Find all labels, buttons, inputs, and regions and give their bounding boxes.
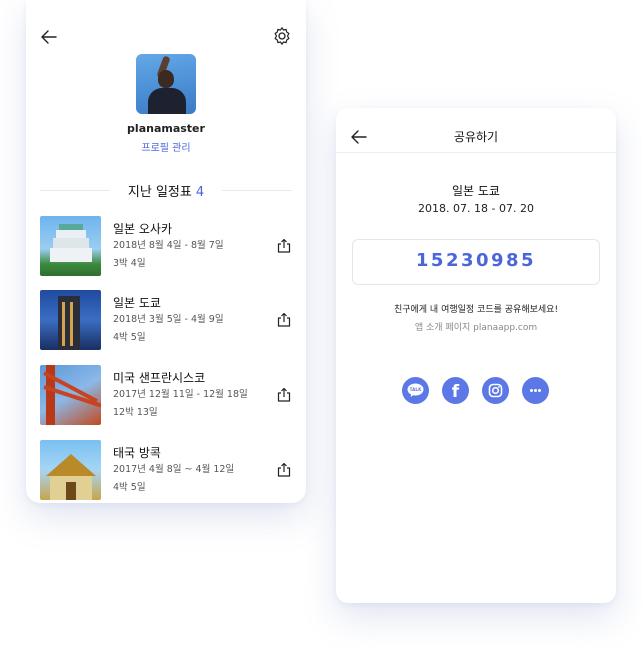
share-icon[interactable]: [276, 312, 292, 328]
trip-dates: 2018년 3월 5일 - 4월 9일: [113, 314, 224, 325]
svg-text:TALK: TALK: [410, 387, 422, 392]
share-icon[interactable]: [276, 462, 292, 478]
profile-manage-link[interactable]: 프로필 관리: [26, 139, 306, 154]
share-screen: 공유하기 일본 도쿄 2018. 07. 18 - 07. 20 1523098…: [336, 108, 616, 603]
share-code: 15230985: [415, 250, 537, 271]
more-icon: [530, 389, 541, 392]
trip-item-osaka[interactable]: 일본 오사카 2018년 8월 4일 - 8월 7일 3박 4일: [40, 216, 296, 278]
trip-name: 미국 샌프란시스코: [113, 371, 206, 385]
trip-dates: 2017년 12월 11일 - 12월 18일: [113, 389, 248, 400]
arrow-left-icon[interactable]: [40, 28, 58, 46]
trip-item-bangkok[interactable]: 태국 방콕 2017년 4월 8일 ~ 4월 12일 4박 5일: [40, 440, 296, 502]
trip-date-range: 2018. 07. 18 - 07. 20: [418, 202, 534, 215]
instagram-icon: [488, 383, 503, 398]
golden-gate-photo: [40, 365, 101, 425]
share-code-box[interactable]: 15230985: [352, 239, 600, 285]
kakaotalk-icon: TALK: [407, 383, 424, 397]
svg-text:f: f: [452, 382, 460, 402]
username: planamaster: [127, 122, 205, 135]
trip-duration: 4박 5일: [113, 332, 146, 343]
trip-name: 일본 도쿄: [113, 296, 161, 310]
gear-icon[interactable]: [272, 26, 292, 46]
share-message: 친구에게 내 여행일정 코드를 공유해보세요!: [393, 305, 559, 315]
destination-name: 일본 도쿄: [452, 184, 500, 198]
trip-name: 일본 오사카: [113, 222, 173, 236]
trip-name: 태국 방콕: [113, 446, 161, 460]
trip-item-tokyo[interactable]: 일본 도쿄 2018년 3월 5일 - 4월 9일 4박 5일: [40, 290, 296, 352]
facebook-share-button[interactable]: f: [442, 377, 469, 404]
section-title: 지난 일정표 4: [127, 185, 205, 200]
itinerary-count: 4: [195, 185, 205, 200]
header-divider: [336, 152, 616, 153]
share-icon[interactable]: [276, 238, 292, 254]
trip-duration: 12박 13일: [113, 407, 158, 418]
trip-duration: 4박 5일: [113, 482, 146, 493]
facebook-icon: f: [452, 382, 460, 402]
avatar[interactable]: [136, 54, 196, 114]
osaka-castle-photo: [40, 216, 101, 276]
kakaotalk-share-button[interactable]: TALK: [402, 377, 429, 404]
trip-item-san-francisco[interactable]: 미국 샌프란시스코 2017년 12월 11일 - 12월 18일 12박 13…: [40, 365, 296, 427]
bangkok-temple-photo: [40, 440, 101, 500]
share-icon[interactable]: [276, 387, 292, 403]
trip-duration: 3박 4일: [113, 258, 146, 269]
instagram-share-button[interactable]: [482, 377, 509, 404]
trip-dates: 2017년 4월 8일 ~ 4월 12일: [113, 464, 235, 475]
page-title: 공유하기: [453, 130, 499, 144]
past-itineraries-header: 지난 일정표 4: [40, 181, 292, 200]
profile-screen: planamaster 프로필 관리 지난 일정표 4 일본 오사카 2018년 …: [26, 0, 306, 503]
tokyo-tower-photo: [40, 290, 101, 350]
trip-dates: 2018년 8월 4일 - 8월 7일: [113, 240, 224, 251]
more-share-button[interactable]: [522, 377, 549, 404]
app-site-info: 앱 소개 페이지 planaapp.com: [414, 323, 538, 333]
